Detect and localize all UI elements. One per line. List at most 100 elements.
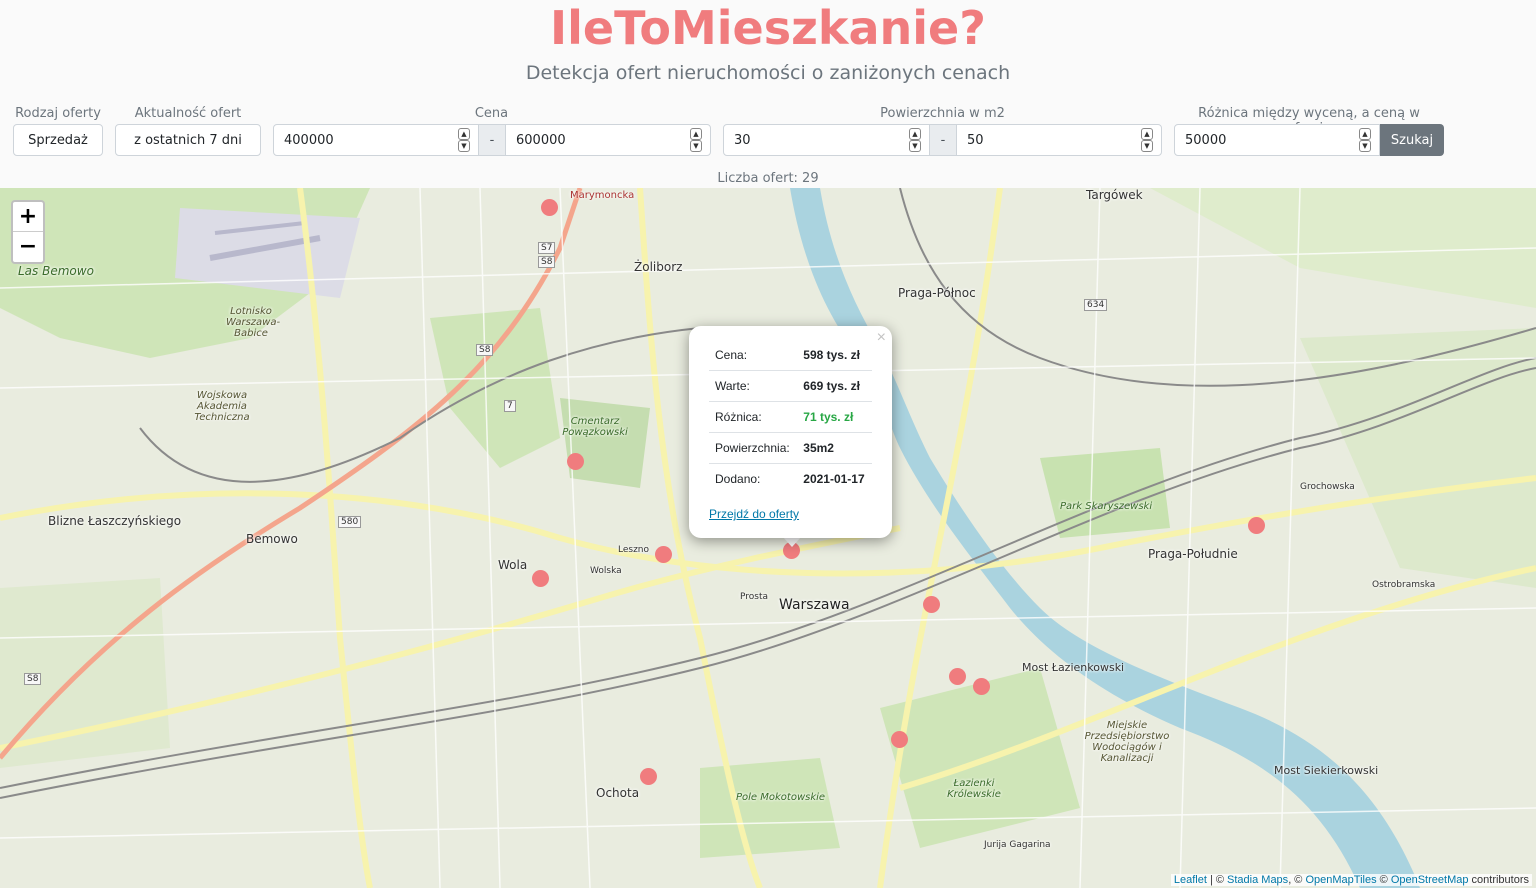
openmaptiles-link[interactable]: OpenMapTiles [1305, 874, 1376, 886]
offer-marker[interactable] [891, 731, 908, 748]
map-label-ochota: Ochota [596, 786, 640, 800]
price-min-input[interactable]: 400000 ▲ ▼ [273, 124, 479, 156]
openstreetmap-link[interactable]: OpenStreetMap [1391, 874, 1469, 886]
detail-label: Warte: [709, 370, 798, 402]
map-label-park-skaryszewski: Park Skaryszewski [1060, 501, 1153, 512]
diff-input[interactable]: 50000 ▲ ▼ [1174, 124, 1380, 156]
road-badge-s8: S8 [538, 256, 556, 268]
leaflet-link[interactable]: Leaflet [1174, 874, 1207, 886]
zoom-in-button[interactable]: + [13, 202, 43, 232]
detail-value: 71 tys. zł [797, 401, 872, 433]
map-label-jurija: Jurija Gagarina [984, 840, 1051, 850]
offer-type-select[interactable]: Sprzedaż [13, 124, 103, 156]
area-max-spinner[interactable]: ▲ ▼ [1141, 128, 1153, 152]
area-max-value: 50 [967, 132, 984, 148]
map-label-bemowo: Bemowo [246, 532, 298, 546]
offer-marker[interactable] [923, 596, 940, 613]
map-label-warszawa: Warszawa [779, 597, 850, 613]
offer-marker[interactable] [567, 453, 584, 470]
area-max-input[interactable]: 50 ▲ ▼ [956, 124, 1162, 156]
search-button[interactable]: Szukaj [1380, 124, 1444, 156]
table-row: Różnica: 71 tys. zł [709, 401, 872, 433]
table-row: Powierzchnia: 35m2 [709, 432, 872, 464]
attribution-sep: © [1376, 874, 1391, 886]
map-label-most-lazienkowski: Most Łazienkowski [1022, 661, 1125, 674]
map-label-wolska: Wolska [590, 566, 622, 576]
attribution-sep: , © [1288, 874, 1306, 886]
stadia-link[interactable]: Stadia Maps [1227, 874, 1288, 886]
table-row: Cena: 598 tys. zł [709, 340, 872, 371]
price-max-input[interactable]: 600000 ▲ ▼ [505, 124, 711, 156]
offer-count: Liczba ofert: 29 [717, 171, 819, 186]
area-min-input[interactable]: 30 ▲ ▼ [723, 124, 930, 156]
map-label-ostrobramska: Ostrobramska [1372, 580, 1436, 590]
price-max-spinner[interactable]: ▲ ▼ [690, 128, 702, 152]
price-label: Cena [474, 106, 509, 121]
map-label-las-bemowo: Las Bemowo [18, 264, 94, 278]
road-badge-7: 7 [504, 400, 516, 412]
go-to-offer-link[interactable]: Przejdź do oferty [709, 507, 799, 521]
zoom-control: + − [11, 200, 45, 264]
map-label-zoliborz: Żoliborz [634, 260, 683, 274]
detail-label: Cena: [709, 340, 798, 371]
area-min-spinner[interactable]: ▲ ▼ [909, 128, 921, 152]
price-max-value: 600000 [516, 132, 566, 148]
table-row: Warte: 669 tys. zł [709, 370, 872, 402]
map[interactable]: Targówek Marymoncka Żoliborz Praga-Półno… [0, 188, 1536, 888]
area-label: Powierzchnia w m2 [880, 106, 1005, 121]
offer-popup: × Cena: 598 tys. zł Warte: 669 tys. zł R… [689, 326, 892, 538]
offer-marker[interactable] [949, 668, 966, 685]
zoom-out-button[interactable]: − [13, 232, 43, 262]
road-badge-s8-2: S8 [476, 344, 494, 356]
offer-marker[interactable] [655, 546, 672, 563]
offer-marker[interactable] [1248, 517, 1265, 534]
map-label-cmentarz: Cmentarz Powązkowski [562, 416, 628, 438]
map-label-blizne: Blizne Łaszczyńskiego [48, 514, 182, 528]
detail-label: Różnica: [709, 401, 798, 433]
map-label-most-siekierkowski: Most Siekierkowski [1274, 764, 1379, 777]
detail-value: 2021-01-17 [803, 472, 865, 486]
area-min-value: 30 [734, 132, 751, 148]
map-label-miejskie: Miejskie Przedsiębiorstwo Wodociągów i K… [1084, 720, 1170, 764]
map-label-leszno: Leszno [618, 545, 650, 555]
price-min-spinner[interactable]: ▲ ▼ [458, 128, 470, 152]
offer-marker[interactable] [973, 678, 990, 695]
offer-type-label: Rodzaj oferty [15, 106, 101, 121]
price-min-value: 400000 [284, 132, 334, 148]
map-label-targowek: Targówek [1086, 188, 1143, 202]
map-tiles [0, 188, 1536, 888]
detail-value: 669 tys. zł [797, 370, 872, 402]
offer-marker[interactable] [532, 570, 549, 587]
map-label-lotnisko: Lotnisko Warszawa-Babice [226, 306, 281, 339]
diff-value: 50000 [1185, 132, 1227, 148]
detail-label: Dodano: [715, 472, 761, 486]
map-label-grochowska: Grochowska [1300, 482, 1355, 492]
map-label-pole-mokotowskie: Pole Mokotowskie [736, 792, 826, 803]
close-icon[interactable]: × [877, 329, 886, 347]
road-badge-s7: S7 [538, 242, 556, 254]
map-label-prosta: Prosta [740, 592, 769, 602]
app-subtitle: Detekcja ofert nieruchomości o zaniżonyc… [525, 62, 1011, 84]
attribution-sep: | © [1206, 874, 1228, 886]
area-range-separator: - [930, 124, 956, 156]
diff-spinner[interactable]: ▲ ▼ [1359, 128, 1371, 152]
detail-label: Powierzchnia: [709, 432, 798, 464]
map-label-marymoncka: Marymoncka [570, 190, 635, 201]
map-label-praga-poludnie: Praga-Południe [1148, 547, 1238, 561]
map-label-wojskowa: Wojskowa Akademia Techniczna [194, 390, 250, 423]
road-badge-580: 580 [338, 516, 362, 528]
offer-marker[interactable] [640, 768, 657, 785]
price-range-separator: - [479, 124, 505, 156]
map-label-praga-polnoc: Praga-Północ [898, 286, 976, 300]
map-attribution: Leaflet | © Stadia Maps, © OpenMapTiles … [1170, 874, 1532, 886]
recency-label: Aktualność ofert [134, 106, 242, 121]
recency-select[interactable]: z ostatnich 7 dni [115, 124, 261, 156]
map-label-lazienki: Łazienki Królewskie [947, 778, 1001, 800]
table-row: Dodano: 2021-01-17 [709, 464, 872, 495]
attribution-tail: contributors [1468, 874, 1529, 886]
offer-details-table: Cena: 598 tys. zł Warte: 669 tys. zł Róż… [709, 340, 872, 494]
detail-value: 35m2 [797, 432, 872, 464]
offer-marker[interactable] [541, 199, 558, 216]
app-title: IleToMieszkanie? [550, 1, 986, 55]
map-label-wola: Wola [498, 558, 528, 572]
